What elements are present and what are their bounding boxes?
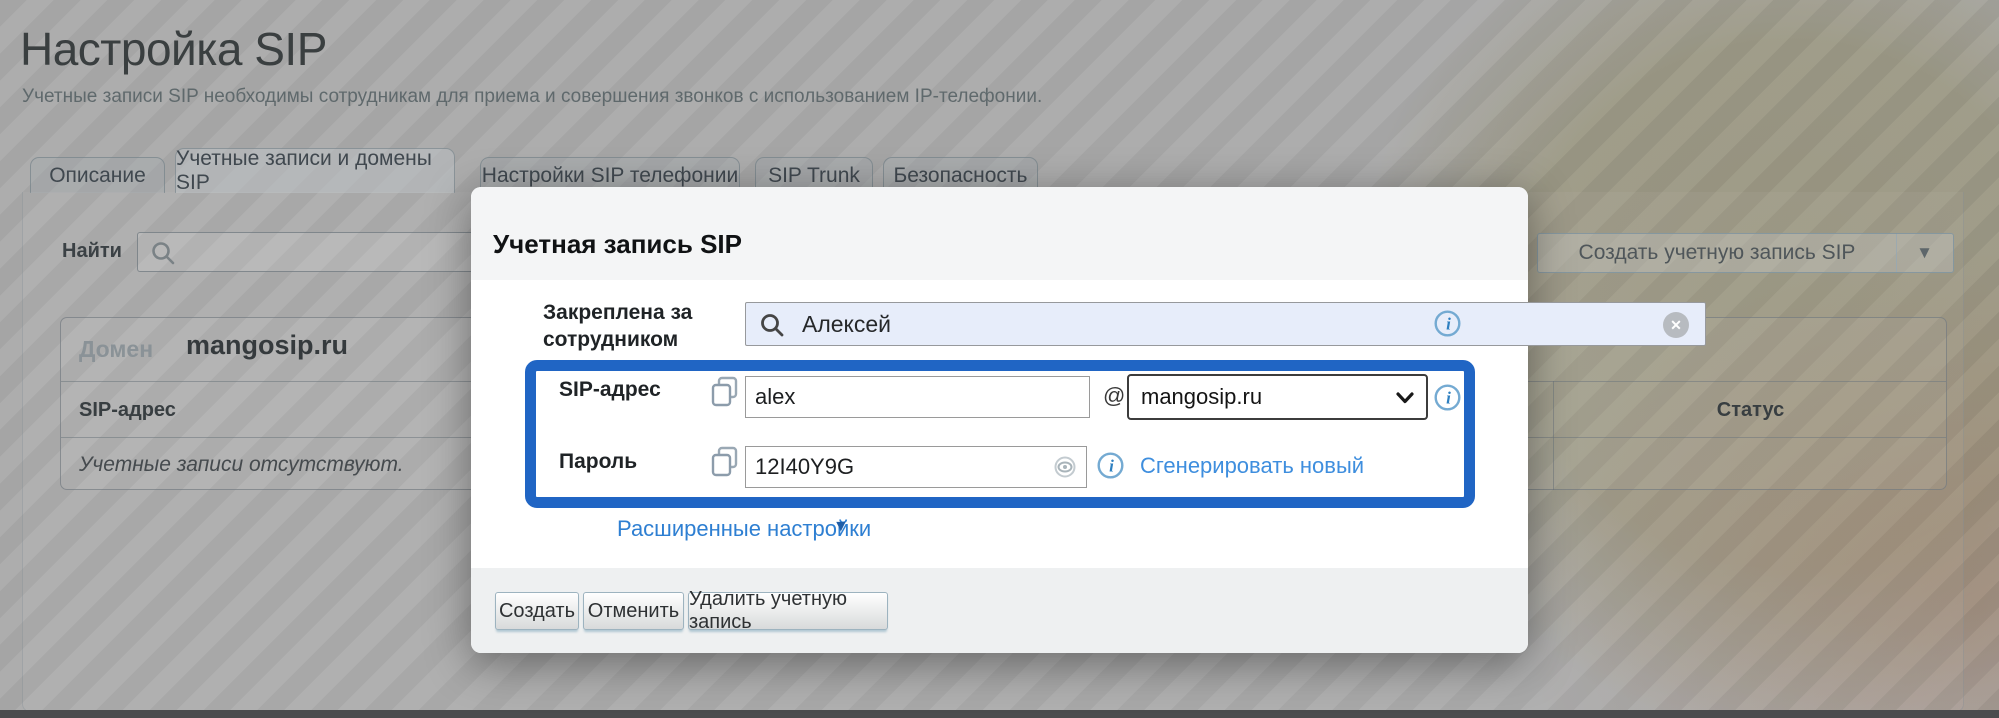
sip-address-label: SIP-адрес <box>559 377 661 404</box>
employee-value: Алексей <box>802 311 891 338</box>
employee-field-label: Закреплена за сотрудником <box>543 300 718 354</box>
chevron-down-icon <box>1396 392 1414 404</box>
sip-address-input[interactable]: alex <box>745 376 1090 418</box>
create-button[interactable]: Создать <box>495 592 579 630</box>
search-icon <box>759 312 785 338</box>
triangle-down-icon: ▼ <box>833 518 849 536</box>
info-icon[interactable]: i <box>1097 452 1124 479</box>
delete-account-button-label: Удалить учетную запись <box>689 588 887 634</box>
info-icon[interactable]: i <box>1434 310 1461 337</box>
svg-text:i: i <box>1446 315 1451 334</box>
clear-icon[interactable]: ✕ <box>1663 312 1689 338</box>
password-value: 12I40Y9G <box>755 454 854 480</box>
svg-text:i: i <box>1446 389 1451 408</box>
eye-icon[interactable] <box>1052 455 1078 479</box>
sip-settings-page: Настройка SIP Учетные записи SIP необход… <box>0 0 1999 718</box>
cancel-button-label: Отменить <box>588 600 679 623</box>
at-separator: @ <box>1103 383 1125 409</box>
password-input[interactable]: 12I40Y9G <box>745 446 1087 488</box>
copy-icon[interactable] <box>709 445 741 479</box>
employee-search-input[interactable]: Алексей ✕ <box>745 302 1706 346</box>
sip-account-modal: Учетная запись SIP Закреплена за сотрудн… <box>471 187 1528 653</box>
copy-icon[interactable] <box>709 375 741 409</box>
create-button-label: Создать <box>499 600 575 623</box>
page-footer-band <box>0 710 1999 718</box>
delete-account-button[interactable]: Удалить учетную запись <box>688 592 888 630</box>
sip-domain-selected: mangosip.ru <box>1141 384 1262 410</box>
info-icon[interactable]: i <box>1434 384 1461 411</box>
sip-address-value: alex <box>755 384 795 410</box>
password-label: Пароль <box>559 449 637 476</box>
sip-domain-select[interactable]: mangosip.ru <box>1127 374 1428 420</box>
modal-title: Учетная запись SIP <box>493 229 742 260</box>
generate-new-password-link[interactable]: Сгенерировать новый <box>1140 453 1364 479</box>
cancel-button[interactable]: Отменить <box>583 592 684 630</box>
svg-text:i: i <box>1109 457 1114 476</box>
